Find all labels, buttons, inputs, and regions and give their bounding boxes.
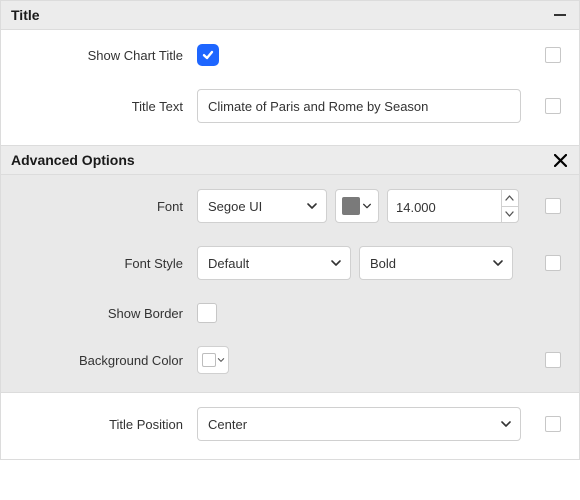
chevron-down-icon [330,257,342,269]
show-border-label: Show Border [11,306,197,321]
title-position-select[interactable]: Center [197,407,521,441]
chevron-down-icon [306,200,318,212]
font-style-select[interactable]: Default [197,246,351,280]
override-background-color-checkbox[interactable] [545,352,561,368]
background-color-swatch [202,353,216,367]
font-color-picker[interactable] [335,189,379,223]
title-text-input[interactable] [197,89,521,123]
title-text-label: Title Text [11,99,197,114]
show-chart-title-checkbox[interactable] [197,44,219,66]
title-section-label: Title [11,7,40,23]
font-style-value: Default [208,256,249,271]
advanced-section-label: Advanced Options [11,152,135,168]
font-size-spinner[interactable] [387,189,519,223]
title-section-header: Title [1,1,579,30]
title-position-value: Center [208,417,247,432]
font-style-label: Font Style [11,256,197,271]
font-size-step-down[interactable] [502,207,518,223]
background-color-label: Background Color [11,353,197,368]
override-font-style-checkbox[interactable] [545,255,561,271]
font-family-select[interactable]: Segoe UI [197,189,327,223]
collapse-title-icon[interactable] [551,6,569,24]
show-chart-title-label: Show Chart Title [11,48,197,63]
font-family-value: Segoe UI [208,199,262,214]
chevron-down-icon [362,201,372,211]
show-border-checkbox[interactable] [197,303,217,323]
font-size-input[interactable] [388,190,501,223]
override-font-checkbox[interactable] [545,198,561,214]
font-label: Font [11,199,197,214]
font-weight-value: Bold [370,256,396,271]
close-advanced-icon[interactable] [551,151,569,169]
font-weight-select[interactable]: Bold [359,246,513,280]
background-color-picker[interactable] [197,346,229,374]
chevron-down-icon [492,257,504,269]
advanced-section-header: Advanced Options [1,145,579,175]
title-position-label: Title Position [11,417,197,432]
chevron-down-icon [500,418,512,430]
override-title-position-checkbox[interactable] [545,416,561,432]
override-title-text-checkbox[interactable] [545,98,561,114]
font-color-swatch [342,197,360,215]
chevron-down-icon [217,356,225,364]
font-size-step-up[interactable] [502,190,518,207]
override-show-title-checkbox[interactable] [545,47,561,63]
